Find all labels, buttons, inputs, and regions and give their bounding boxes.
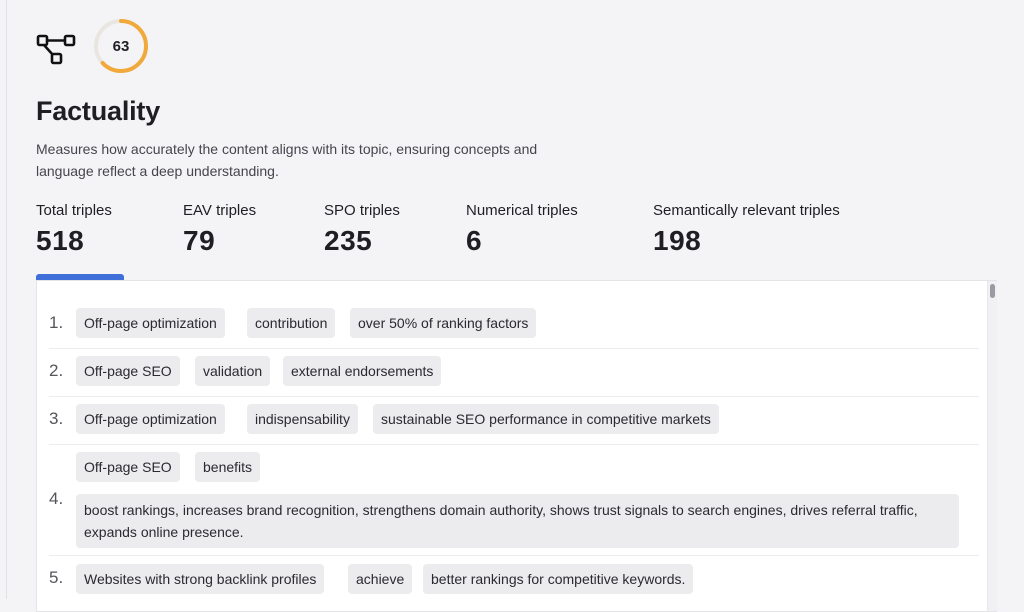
predicate-chip: achieve [348,564,413,594]
subject-chip: Websites with strong backlink profiles [76,564,325,594]
tab-semantically-relevant-triples[interactable]: Semantically relevant triples 198 [653,202,840,257]
scrollbar-thumb[interactable] [990,284,995,298]
left-divider [6,0,7,599]
row-number: 4. [49,489,64,508]
stat-label: SPO triples [324,202,400,219]
subject-chip: Off-page SEO [76,356,180,386]
stat-value: 6 [466,225,483,256]
triple-row: 5. Websites with strong backlink profile… [49,556,979,603]
network-nodes-icon [36,34,76,65]
subject-chip: Off-page optimization [76,404,225,434]
object-chip: sustainable SEO performance in competiti… [373,404,719,434]
tab-total-triples[interactable]: Total triples 518 [36,202,112,257]
predicate-chip: indispensability [247,404,358,434]
subject-chip: Off-page optimization [76,308,225,338]
stats-tabs: Total triples 518 EAV triples 79 SPO tri… [36,202,996,272]
score-gauge: 63 [93,18,149,74]
triple-row: 1. Off-page optimization contribution ov… [49,301,979,349]
triple-row: 2. Off-page SEO validation external endo… [49,349,979,397]
header-icons: 63 [36,18,149,74]
stat-value: 198 [653,225,702,256]
triple-row: 4. Off-page SEO benefits boost rankings,… [49,445,979,556]
row-number: 5. [49,568,64,587]
predicate-chip: validation [195,356,271,386]
stat-label: Total triples [36,202,112,219]
row-number: 2. [49,361,64,380]
predicate-chip: benefits [195,452,261,482]
stat-label: Semantically relevant triples [653,202,840,219]
row-number: 1. [49,313,64,332]
object-chip: external endorsements [283,356,442,386]
section-title: Factuality [36,96,161,126]
triple-row: 3. Off-page optimization indispensabilit… [49,397,979,445]
stat-value: 79 [183,225,216,256]
scrollbar[interactable] [987,281,997,611]
stat-label: EAV triples [183,202,257,219]
tab-eav-triples[interactable]: EAV triples 79 [183,202,256,257]
object-chip: better rankings for competitive keywords… [423,564,694,594]
score-value: 63 [112,37,130,55]
object-chip: over 50% of ranking factors [350,308,537,338]
stat-value: 235 [324,225,373,256]
tab-numerical-triples[interactable]: Numerical triples 6 [466,202,578,257]
object-chip: boost rankings, increases brand recognit… [76,494,959,548]
tab-spo-triples[interactable]: SPO triples 235 [324,202,400,257]
section-description: Measures how accurately the content alig… [36,141,538,179]
triples-list-panel[interactable]: 1. Off-page optimization contribution ov… [36,280,997,612]
predicate-chip: contribution [247,308,336,338]
subject-chip: Off-page SEO [76,452,180,482]
row-number: 3. [49,409,64,428]
stat-value: 518 [36,225,85,256]
stat-label: Numerical triples [466,202,578,219]
